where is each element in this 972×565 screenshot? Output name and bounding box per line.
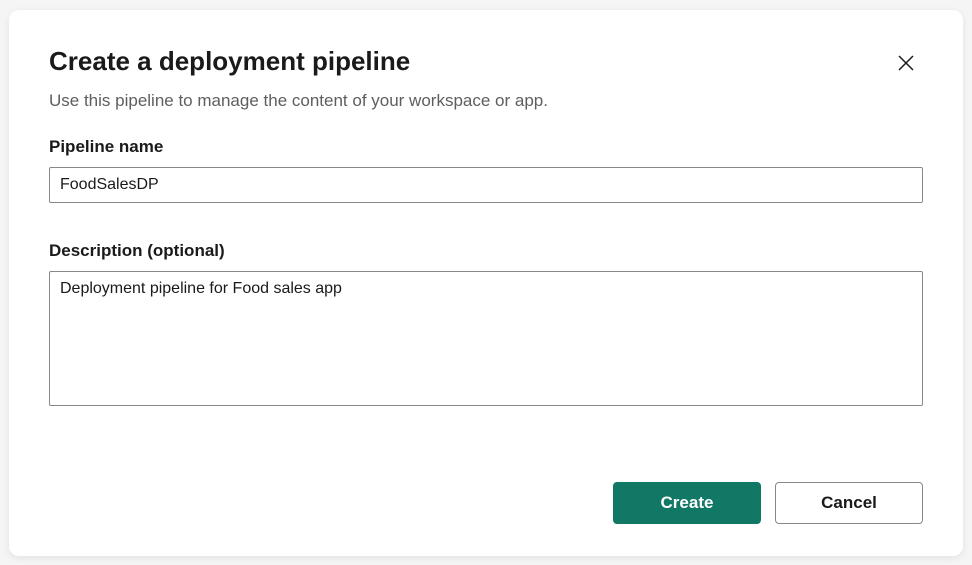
pipeline-name-field-group: Pipeline name <box>49 137 923 203</box>
dialog-title: Create a deployment pipeline <box>49 46 923 77</box>
dialog-button-row: Create Cancel <box>49 482 923 524</box>
create-pipeline-dialog: Create a deployment pipeline Use this pi… <box>9 10 963 556</box>
close-icon <box>897 54 915 75</box>
pipeline-name-label: Pipeline name <box>49 137 923 157</box>
description-field-group: Description (optional) <box>49 241 923 411</box>
description-input[interactable] <box>49 271 923 406</box>
cancel-button[interactable]: Cancel <box>775 482 923 524</box>
dialog-subtitle: Use this pipeline to manage the content … <box>49 91 923 111</box>
pipeline-name-input[interactable] <box>49 167 923 203</box>
create-button[interactable]: Create <box>613 482 761 524</box>
close-button[interactable] <box>893 50 919 79</box>
description-label: Description (optional) <box>49 241 923 261</box>
